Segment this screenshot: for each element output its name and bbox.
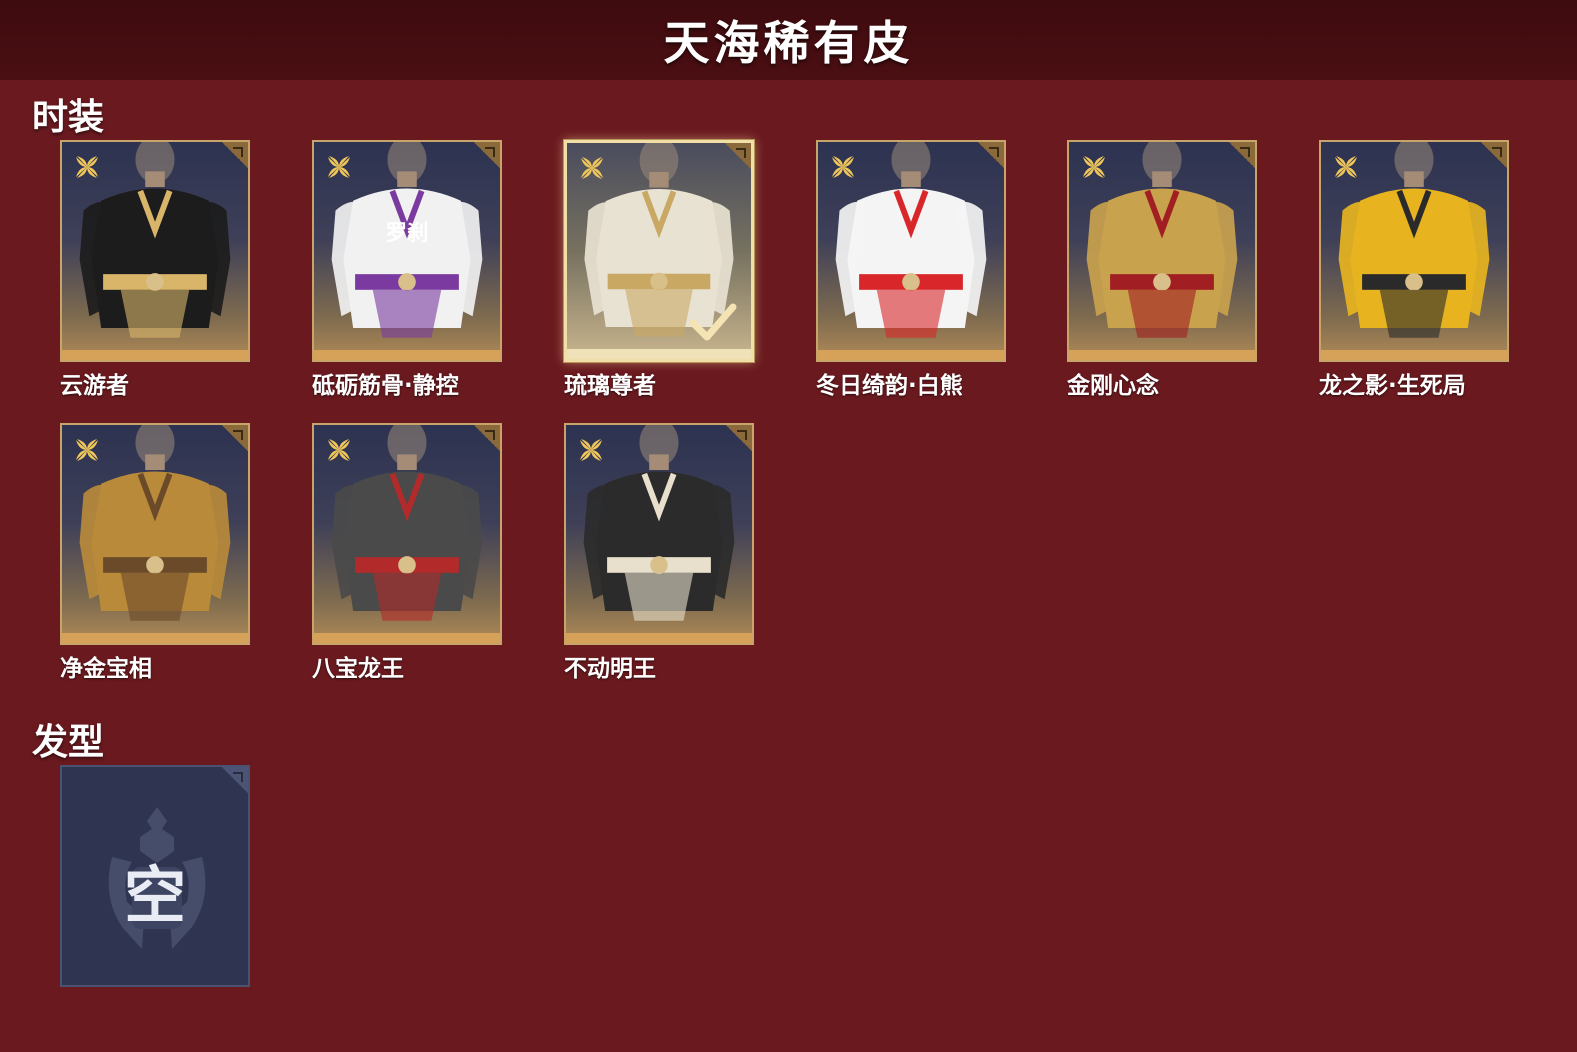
- corner-tag-icon: [1229, 142, 1255, 168]
- rarity-star-icon: [580, 439, 602, 461]
- corner-tag-icon: [474, 425, 500, 451]
- rarity-bar: [314, 633, 500, 643]
- corner-tag-icon: [222, 425, 248, 451]
- costume-name: 八宝龙王: [312, 656, 404, 682]
- rarity-bar: [62, 633, 248, 643]
- rarity-bar: [567, 349, 751, 359]
- hairstyle-slot-empty[interactable]: 空: [60, 765, 250, 987]
- costume-card[interactable]: [312, 423, 502, 645]
- costume-card[interactable]: [1067, 140, 1257, 362]
- rarity-star-icon: [581, 157, 603, 179]
- costume-card[interactable]: [564, 423, 754, 645]
- corner-tag-icon: [222, 767, 248, 793]
- costume-name: 龙之影·生死局: [1319, 373, 1466, 399]
- rarity-star-icon: [76, 156, 98, 178]
- corner-tag-icon: [726, 425, 752, 451]
- corner-tag-icon: [978, 142, 1004, 168]
- section-title-costumes: 时装: [32, 97, 105, 138]
- rarity-bar: [566, 633, 752, 643]
- empty-slot-label: 空: [123, 859, 186, 932]
- costume-card[interactable]: [564, 140, 754, 362]
- rarity-star-icon: [328, 156, 350, 178]
- svg-text:罗刹: 罗刹: [385, 221, 428, 246]
- costume-card[interactable]: [1319, 140, 1509, 362]
- corner-tag-icon: [725, 143, 751, 169]
- rarity-star-icon: [328, 439, 350, 461]
- rarity-star-icon: [76, 439, 98, 461]
- corner-tag-icon: [1481, 142, 1507, 168]
- page-header: 天海稀有皮: [0, 0, 1577, 80]
- costume-card[interactable]: [60, 423, 250, 645]
- rarity-bar: [1069, 350, 1255, 360]
- rarity-star-icon: [1083, 156, 1105, 178]
- costume-card[interactable]: 罗刹: [312, 140, 502, 362]
- rarity-bar: [1321, 350, 1507, 360]
- page-title: 天海稀有皮: [663, 16, 914, 70]
- corner-tag-icon: [222, 142, 248, 168]
- rarity-star-icon: [1335, 156, 1357, 178]
- costume-card[interactable]: [60, 140, 250, 362]
- costume-name: 冬日绮韵·白熊: [816, 373, 963, 399]
- rarity-bar: [314, 350, 500, 360]
- section-title-hairstyles: 发型: [32, 722, 105, 763]
- costume-name: 砥砺筋骨·静控: [312, 373, 459, 399]
- costume-name: 净金宝相: [60, 656, 152, 682]
- costume-name: 琉璃尊者: [564, 373, 656, 399]
- rarity-star-icon: [832, 156, 854, 178]
- costume-name: 云游者: [60, 373, 129, 399]
- costume-name: 金刚心念: [1067, 373, 1159, 399]
- rarity-bar: [62, 350, 248, 360]
- check-icon: [689, 303, 737, 341]
- rarity-bar: [818, 350, 1004, 360]
- costume-card[interactable]: [816, 140, 1006, 362]
- corner-tag-icon: [474, 142, 500, 168]
- costume-name: 不动明王: [564, 656, 656, 682]
